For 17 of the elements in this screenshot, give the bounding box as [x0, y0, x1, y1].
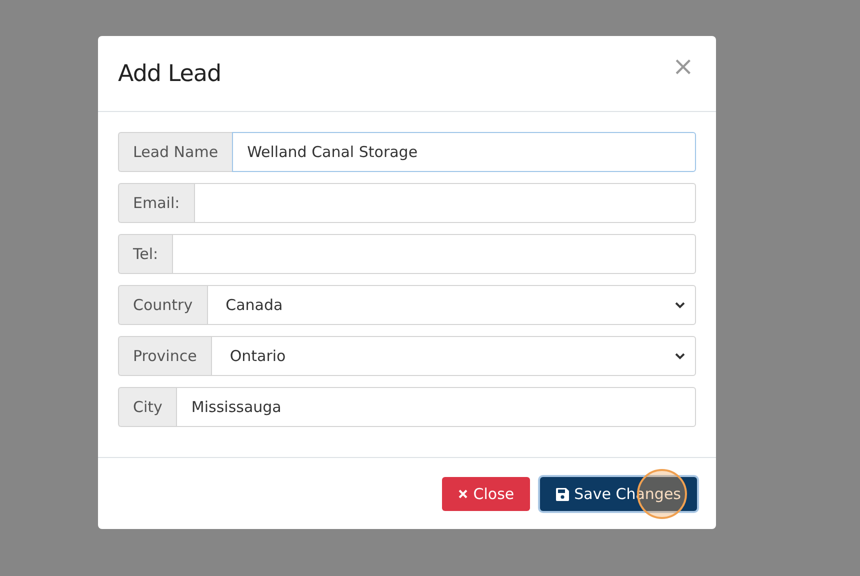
select-field[interactable]: Canada: [206, 285, 696, 325]
close-button[interactable]: Close: [442, 477, 530, 511]
field-label: Tel:: [118, 234, 172, 274]
field-label: Country: [118, 285, 207, 325]
input-field[interactable]: [172, 234, 696, 274]
field-label: Lead Name: [118, 132, 232, 172]
field-label: City: [118, 387, 176, 427]
chevron-icon: [675, 302, 685, 308]
input-field[interactable]: [194, 183, 696, 223]
chevron-icon: [675, 352, 685, 360]
input-field[interactable]: Mississauga: [176, 387, 696, 427]
input-field[interactable]: Welland Canal Storage: [232, 132, 696, 172]
field-label: Email:: [118, 183, 194, 223]
select-field[interactable]: Ontario: [210, 336, 696, 376]
close-icon: [458, 489, 468, 499]
field-label: Province: [118, 336, 211, 376]
dialog-title: Add Lead: [118, 60, 222, 86]
